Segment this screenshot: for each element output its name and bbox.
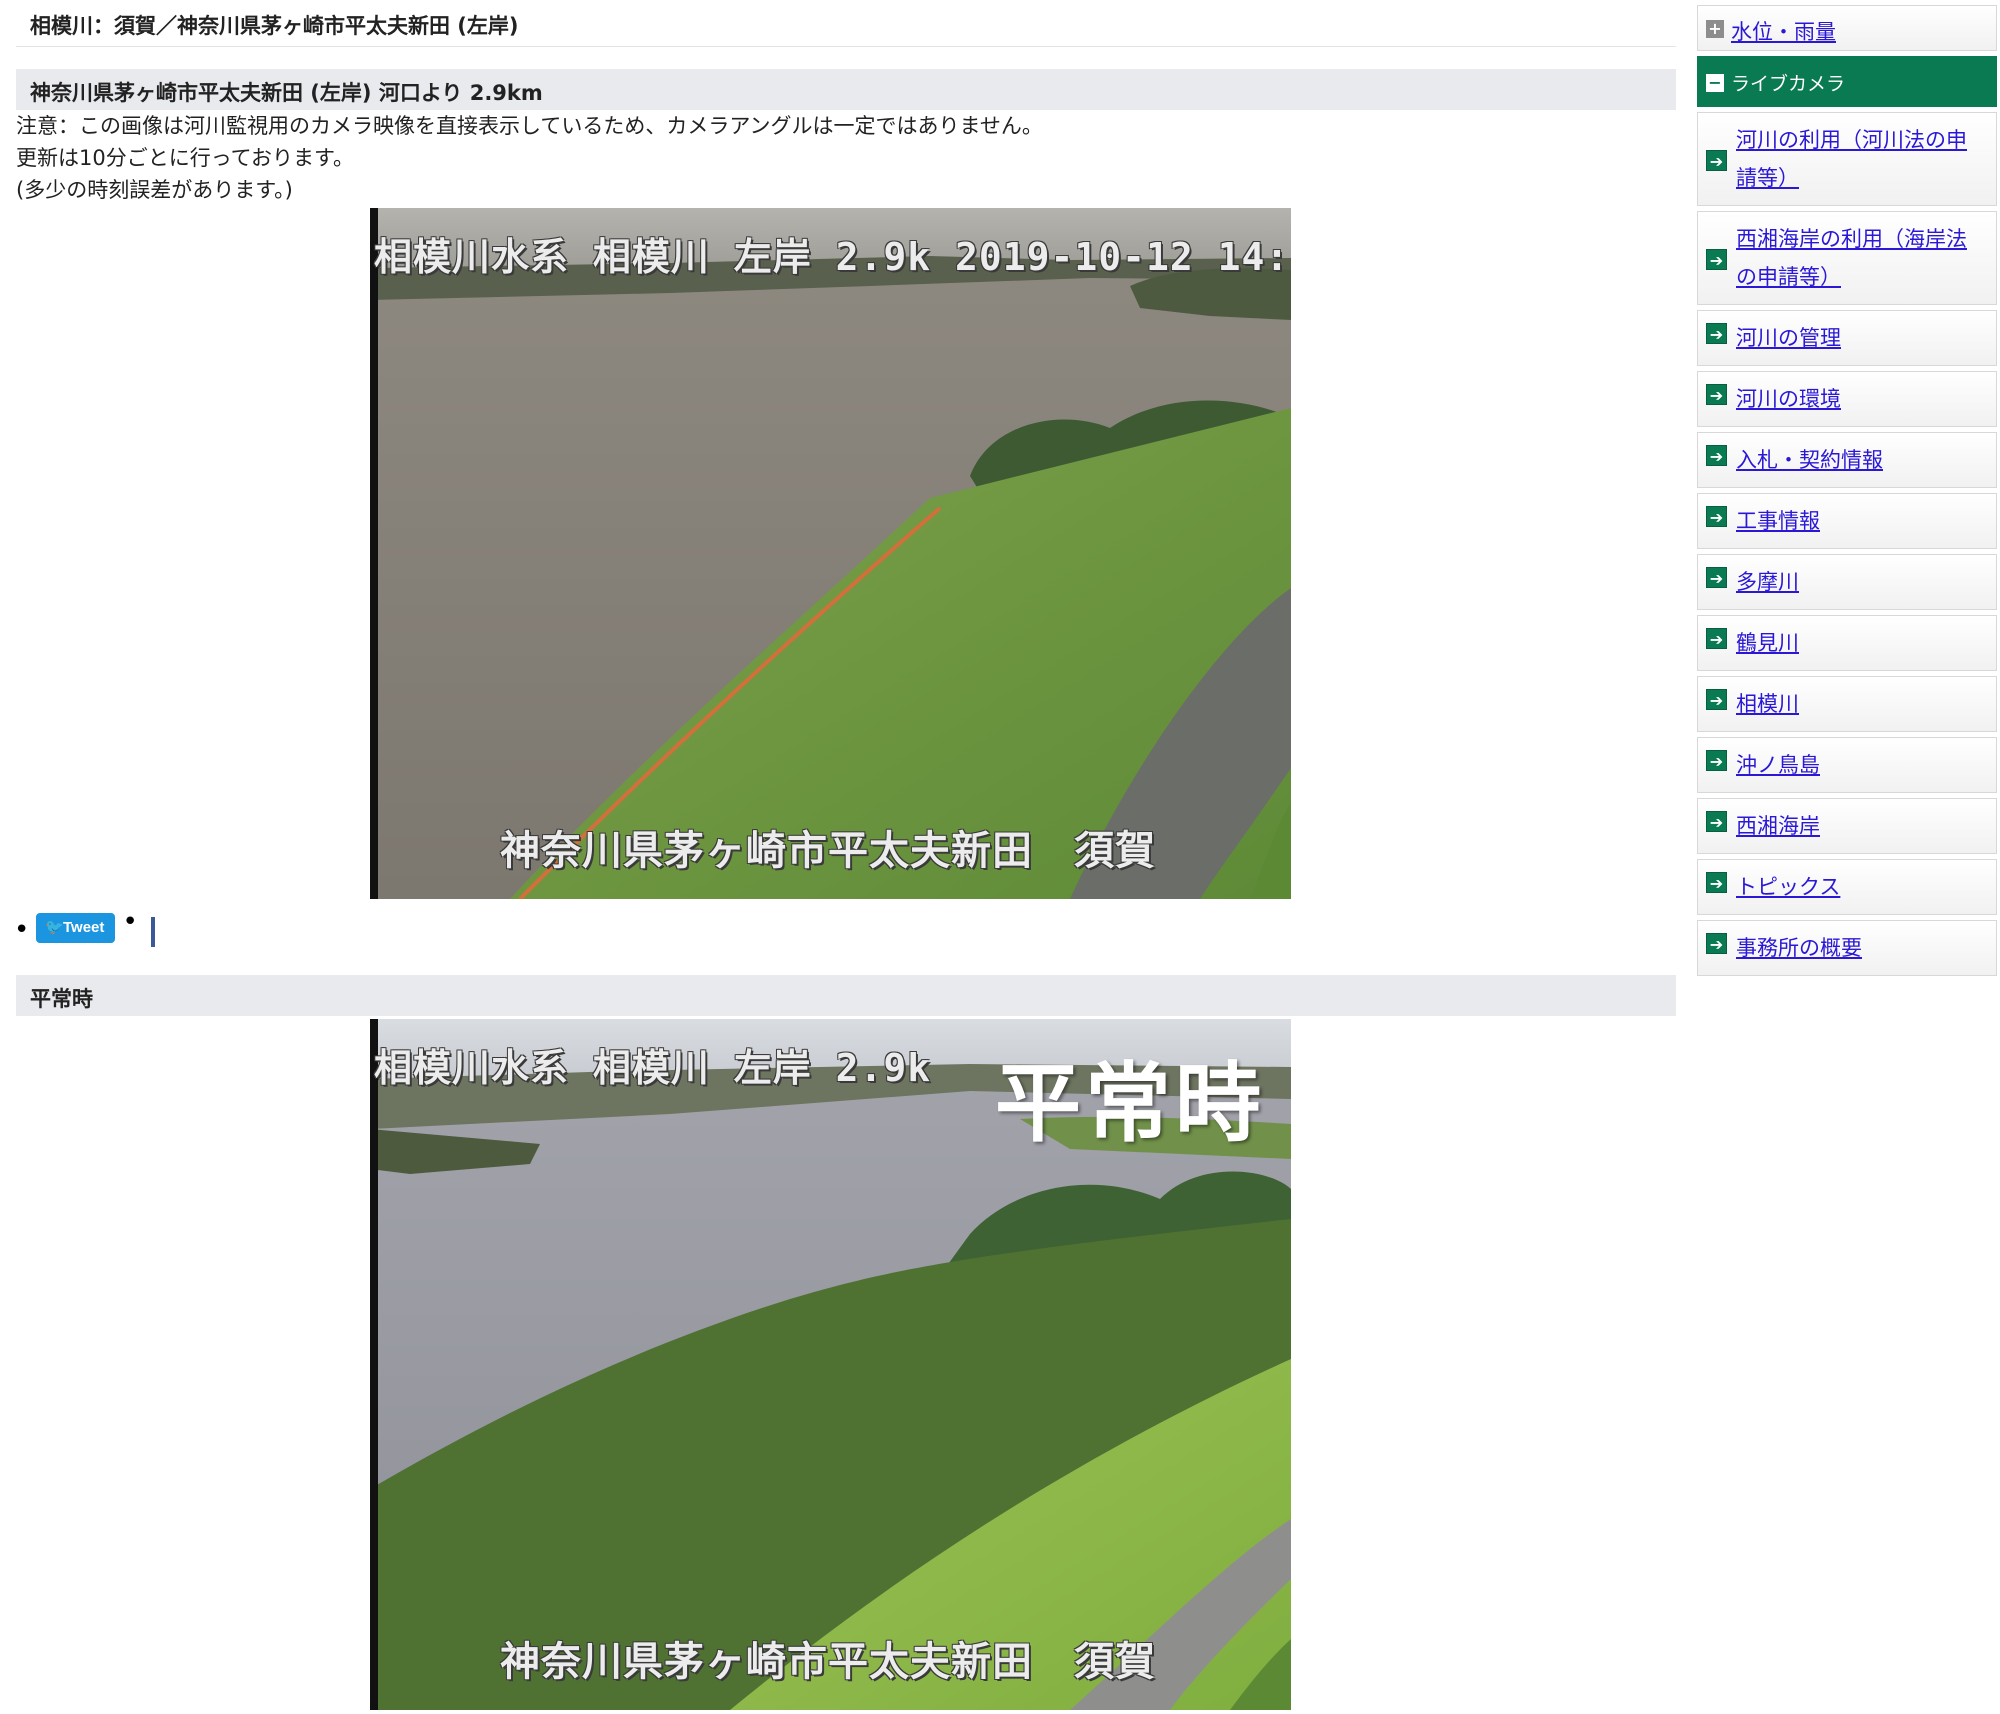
sidebar-link-label: 河川の環境 [1736, 387, 1841, 411]
normal-bottom-caption: 神奈川県茅ヶ崎市平太夫新田 須賀 [500, 1639, 1156, 1685]
sidebar-link-label-line1: 西湘海岸の利用（海岸法 [1736, 227, 1967, 251]
tweet-label: Tweet [63, 919, 105, 936]
sidebar-link-bidding[interactable]: ➔ 入札・契約情報 [1697, 432, 1997, 488]
sidebar-link-label: 相模川 [1736, 692, 1799, 716]
sidebar: + 水位・雨量 − ライブカメラ ➔ 河川の利用（河川法の申 請等） ➔ 西湘海… [1697, 5, 1997, 981]
plus-box-icon: + [1706, 20, 1724, 38]
tweet-button[interactable]: 🐦Tweet [36, 913, 116, 943]
sidebar-link-label: トピックス [1736, 875, 1841, 899]
sidebar-link-label: 工事情報 [1736, 509, 1820, 533]
arrow-right-icon: ➔ [1706, 249, 1727, 270]
sidebar-link-label: 西湘海岸 [1736, 814, 1820, 838]
notice-line-2: 更新は10分ごとに行っております。 [16, 146, 354, 170]
share-list: 🐦Tweet [14, 905, 179, 951]
notice-line-3: (多少の時刻誤差があります。) [16, 178, 293, 202]
share-item-tweet: 🐦Tweet [14, 913, 116, 945]
arrow-right-icon: ➔ [1706, 384, 1727, 405]
sidebar-link-tsurumigawa[interactable]: ➔ 鶴見川 [1697, 615, 1997, 671]
normal-top-caption: 相模川水系 相模川 左岸 2.9k [374, 1046, 932, 1090]
normal-section: 平常時 [16, 975, 1676, 1016]
arrow-right-icon: ➔ [1706, 872, 1727, 893]
normal-section-heading: 平常時 [16, 975, 1676, 1016]
arrow-right-icon: ➔ [1706, 150, 1727, 171]
notice-line-1: 注意：この画像は河川監視用のカメラ映像を直接表示しているため、カメラアングルは一… [16, 114, 1043, 138]
sidebar-link-topics[interactable]: ➔ トピックス [1697, 859, 1997, 915]
sidebar-link-office-overview[interactable]: ➔ 事務所の概要 [1697, 920, 1997, 976]
sidebar-link-river-environment[interactable]: ➔ 河川の環境 [1697, 371, 1997, 427]
facebook-share-button[interactable] [150, 917, 155, 947]
sidebar-link-seisho-coast[interactable]: ➔ 西湘海岸 [1697, 798, 1997, 854]
camera-notice: 注意：この画像は河川監視用のカメラ映像を直接表示しているため、カメラアングルは一… [16, 110, 1676, 206]
sidebar-link-label: 沖ノ鳥島 [1736, 753, 1820, 777]
minus-box-icon: − [1706, 74, 1724, 92]
sidebar-link-sagamigawa[interactable]: ➔ 相模川 [1697, 676, 1997, 732]
normal-camera-image: 相模川水系 相模川 左岸 2.9k 平常時 神奈川県茅ヶ崎市平太夫新田 須賀 [370, 1019, 1291, 1710]
sidebar-link-label: 河川の管理 [1736, 326, 1841, 350]
sidebar-item-water-level[interactable]: + 水位・雨量 [1697, 5, 1997, 51]
live-camera-scene [370, 208, 1291, 899]
arrow-right-icon: ➔ [1706, 323, 1727, 344]
sidebar-item-live-camera[interactable]: − ライブカメラ [1697, 56, 1997, 107]
sidebar-link-label-line2: 請等） [1736, 166, 1799, 190]
sidebar-link-river-management[interactable]: ➔ 河川の管理 [1697, 310, 1997, 366]
main-content: 相模川：須賀／神奈川県茅ヶ崎市平太夫新田 (左岸) 神奈川県茅ヶ崎市平太夫新田 … [16, 0, 1676, 206]
sidebar-link-okinotorishima[interactable]: ➔ 沖ノ鳥島 [1697, 737, 1997, 793]
camera-section-heading: 神奈川県茅ヶ崎市平太夫新田 (左岸) 河口より 2.9km [16, 69, 1676, 110]
sidebar-link-label: 入札・契約情報 [1736, 448, 1883, 472]
sidebar-item-label: 水位・雨量 [1731, 20, 1836, 44]
arrow-right-icon: ➔ [1706, 567, 1727, 588]
page-title: 相模川：須賀／神奈川県茅ヶ崎市平太夫新田 (左岸) [16, 0, 1676, 47]
arrow-right-icon: ➔ [1706, 445, 1727, 466]
arrow-right-icon: ➔ [1706, 506, 1727, 527]
arrow-right-icon: ➔ [1706, 750, 1727, 771]
sidebar-link-coast-use[interactable]: ➔ 西湘海岸の利用（海岸法 の申請等） [1697, 211, 1997, 305]
arrow-right-icon: ➔ [1706, 628, 1727, 649]
sidebar-link-construction[interactable]: ➔ 工事情報 [1697, 493, 1997, 549]
normal-stamp: 平常時 [995, 1054, 1265, 1154]
arrow-right-icon: ➔ [1706, 689, 1727, 710]
camera-top-caption: 相模川水系 相模川 左岸 2.9k 2019-10-12 14:54 [374, 235, 1291, 279]
twitter-bird-icon: 🐦 [45, 919, 64, 936]
live-camera-image: 相模川水系 相模川 左岸 2.9k 2019-10-12 14:54 神奈川県茅… [370, 208, 1291, 899]
sidebar-link-tamagawa[interactable]: ➔ 多摩川 [1697, 554, 1997, 610]
sidebar-link-label-line2: の申請等） [1736, 265, 1841, 289]
sidebar-link-label-line1: 河川の利用（河川法の申 [1736, 128, 1967, 152]
sidebar-link-label: 多摩川 [1736, 570, 1799, 594]
sidebar-link-label: 鶴見川 [1736, 631, 1799, 655]
arrow-right-icon: ➔ [1706, 811, 1727, 832]
arrow-right-icon: ➔ [1706, 933, 1727, 954]
camera-bottom-caption: 神奈川県茅ヶ崎市平太夫新田 須賀 [500, 828, 1156, 874]
sidebar-link-river-use[interactable]: ➔ 河川の利用（河川法の申 請等） [1697, 112, 1997, 206]
sidebar-item-label: ライブカメラ [1731, 73, 1846, 95]
sidebar-link-label: 事務所の概要 [1736, 936, 1862, 960]
share-item-facebook [123, 905, 155, 951]
